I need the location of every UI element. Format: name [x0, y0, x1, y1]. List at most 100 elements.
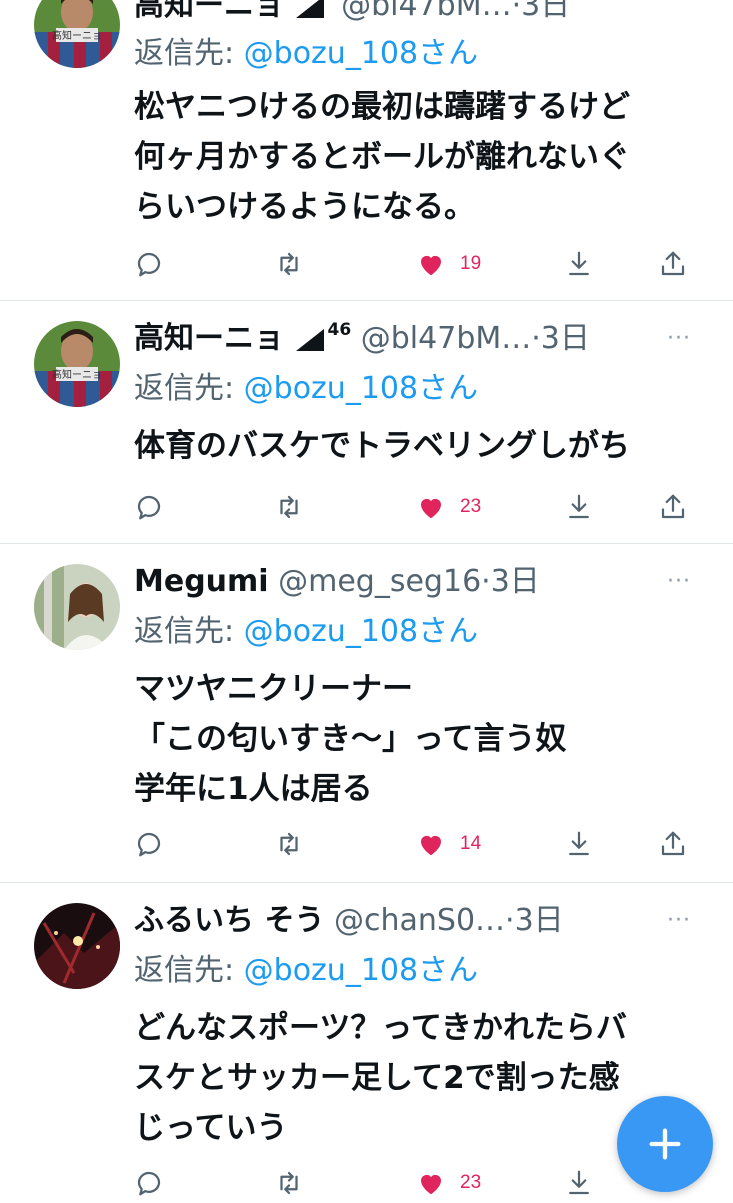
separator-dot: ·: [511, 0, 522, 23]
tweet-header: Megumi @meg_seg16·3日: [134, 558, 693, 606]
share-button[interactable]: [658, 487, 688, 527]
share-icon: [661, 494, 685, 519]
avatar[interactable]: [34, 564, 120, 650]
save-button[interactable]: [564, 1163, 594, 1203]
night-lights-avatar-image: [34, 903, 120, 989]
soccer-player-avatar-image: 高知ーニョ: [34, 0, 120, 68]
like-button[interactable]: 23: [416, 487, 481, 527]
retweet-button[interactable]: [274, 1163, 304, 1203]
signal-strength: 46: [327, 320, 352, 340]
share-icon: [661, 251, 685, 276]
soccer-player-avatar-image: 高知ーニョ: [34, 321, 120, 407]
more-options-button[interactable]: ···: [665, 901, 693, 941]
reply-prefix: 返信先:: [134, 614, 244, 649]
like-button[interactable]: 19: [416, 244, 481, 284]
bookmark-download-icon: [569, 1170, 589, 1195]
retweet-icon: [280, 495, 298, 519]
retweet-button[interactable]: [274, 244, 304, 284]
mention-link[interactable]: @bozu_108さん: [244, 953, 478, 988]
tweet-text: マツヤニクリーナー 「この匂いすき〜」って言う奴 学年に1人は居る: [134, 671, 567, 807]
action-bar: 14: [134, 824, 694, 864]
like-count: 23: [460, 496, 482, 517]
more-options-button[interactable]: ···: [665, 319, 693, 359]
retweet-button[interactable]: [274, 824, 304, 864]
reply-button[interactable]: [134, 1163, 164, 1203]
action-bar: 23: [134, 487, 694, 527]
reply-button[interactable]: [134, 824, 164, 864]
avatar[interactable]: [34, 903, 120, 989]
heart-icon: [421, 835, 441, 856]
separator-dot: ·: [531, 321, 541, 356]
user-handle[interactable]: @bl47bM…: [361, 321, 531, 356]
reply-prefix: 返信先:: [134, 36, 244, 71]
timestamp[interactable]: 3日: [521, 0, 570, 23]
woman-photo-avatar-image: [34, 564, 120, 650]
timestamp[interactable]: 3日: [491, 564, 540, 599]
reply-to-line: 返信先: @bozu_108さん: [134, 367, 478, 411]
like-button[interactable]: 14: [416, 824, 481, 864]
heart-icon: [421, 255, 441, 276]
like-button[interactable]: 23: [416, 1163, 481, 1203]
retweet-icon: [280, 252, 298, 276]
reply-button[interactable]: [134, 244, 164, 284]
avatar[interactable]: 高知ーニョ: [34, 321, 120, 407]
tweet-text: 体育のバスケでトラベリングしがち: [134, 428, 630, 464]
signal-icon: [295, 0, 324, 18]
reply-icon: [137, 495, 161, 520]
svg-text:高知ーニョ: 高知ーニョ: [52, 368, 102, 381]
compose-button[interactable]: [617, 1096, 713, 1192]
user-handle[interactable]: @meg_seg16: [278, 564, 481, 599]
mention-link[interactable]: @bozu_108さん: [244, 371, 478, 406]
bookmark-download-icon: [569, 251, 589, 276]
tweet-header: 高知ーニョ @bl47bM…·3日: [134, 0, 693, 30]
tweet-header: ふるいち そう @chanS0…·3日: [134, 897, 693, 945]
reply-to-line: 返信先: @bozu_108さん: [134, 32, 478, 76]
reply-icon: [137, 252, 161, 277]
reply-to-line: 返信先: @bozu_108さん: [134, 949, 478, 993]
mention-link[interactable]: @bozu_108さん: [244, 614, 478, 649]
timestamp[interactable]: 3日: [541, 321, 590, 356]
user-handle[interactable]: @chanS0…: [334, 903, 505, 938]
display-name[interactable]: 高知ーニョ: [134, 321, 284, 356]
bookmark-download-icon: [569, 831, 589, 856]
share-button[interactable]: [658, 244, 688, 284]
separator-dot: ·: [505, 903, 515, 938]
display-name[interactable]: 高知ーニョ: [134, 0, 284, 23]
tweet-item[interactable]: 高知ーニョ 高知ーニョ 46 @bl47bM…·3日 ··· 返信先: @boz…: [0, 301, 733, 543]
reply-prefix: 返信先:: [134, 371, 244, 406]
user-handle[interactable]: @bl47bM…: [341, 0, 511, 23]
like-count: 23: [460, 1172, 482, 1193]
save-button[interactable]: [564, 824, 594, 864]
reply-prefix: 返信先:: [134, 953, 244, 988]
save-button[interactable]: [564, 487, 594, 527]
save-button[interactable]: [564, 244, 594, 284]
bookmark-download-icon: [569, 494, 589, 519]
more-options-button[interactable]: ···: [665, 562, 693, 602]
retweet-icon: [280, 1171, 298, 1195]
reply-icon: [137, 1171, 161, 1196]
tweet-item[interactable]: Megumi @meg_seg16·3日 ··· 返信先: @bozu_108さ…: [0, 544, 733, 882]
retweet-button[interactable]: [274, 487, 304, 527]
like-count: 19: [460, 253, 482, 274]
share-button[interactable]: [658, 824, 688, 864]
svg-text:高知ーニョ: 高知ーニョ: [52, 29, 102, 42]
separator-dot: ·: [481, 564, 491, 599]
display-name[interactable]: ふるいち そう: [134, 903, 324, 938]
action-bar: 23: [134, 1163, 694, 1203]
reply-to-line: 返信先: @bozu_108さん: [134, 610, 478, 654]
avatar[interactable]: 高知ーニョ: [34, 0, 120, 68]
share-icon: [661, 831, 685, 856]
timestamp[interactable]: 3日: [515, 903, 564, 938]
reply-button[interactable]: [134, 487, 164, 527]
mention-link[interactable]: @bozu_108さん: [244, 36, 478, 71]
heart-icon: [421, 1174, 441, 1195]
signal-icon: [295, 328, 324, 351]
tweet-item[interactable]: 高知ーニョ 高知ーニョ @bl47bM…·3日 返信先: @bozu_108さん…: [0, 0, 733, 300]
action-bar: 19: [134, 244, 694, 284]
like-count: 14: [460, 833, 482, 854]
tweet-header: 高知ーニョ 46 @bl47bM…·3日: [134, 315, 693, 363]
retweet-icon: [280, 832, 298, 856]
reply-icon: [137, 832, 161, 857]
tweet-text: 松ヤニつけるの最初は躊躇するけど 何ヶ月かするとボールが離れないぐ らいつけるよ…: [134, 89, 630, 225]
display-name[interactable]: Megumi: [134, 564, 269, 599]
